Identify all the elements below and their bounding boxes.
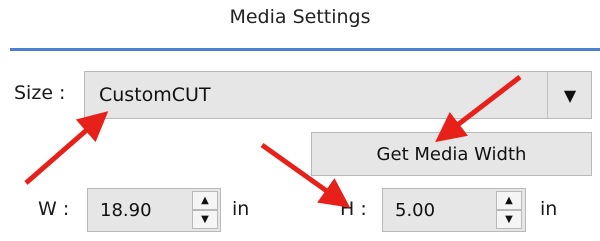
width-decrement-button[interactable]: ▼ xyxy=(192,210,218,229)
dropdown-arrow-icon[interactable]: ▼ xyxy=(549,72,591,118)
height-increment-button[interactable]: ▲ xyxy=(496,191,522,210)
width-spinner[interactable]: 18.90 ▲ ▼ xyxy=(87,188,221,232)
width-unit: in xyxy=(232,198,250,220)
red-arrow-to-size-dropdown xyxy=(24,111,109,185)
height-spinner[interactable]: 5.00 ▲ ▼ xyxy=(382,188,526,232)
height-decrement-button[interactable]: ▼ xyxy=(496,210,522,229)
height-value[interactable]: 5.00 xyxy=(395,200,435,221)
width-increment-button[interactable]: ▲ xyxy=(192,191,218,210)
height-unit: in xyxy=(540,198,558,220)
height-label: H : xyxy=(340,198,367,220)
width-label: W : xyxy=(38,198,70,220)
window-title: Media Settings xyxy=(229,6,371,28)
size-dropdown[interactable]: CustomCUT ▼ xyxy=(84,71,592,119)
title-divider xyxy=(10,48,600,51)
dropdown-divider xyxy=(547,72,548,118)
width-value[interactable]: 18.90 xyxy=(100,200,152,221)
size-label: Size : xyxy=(14,82,66,104)
size-dropdown-value: CustomCUT xyxy=(99,84,211,106)
get-media-width-button[interactable]: Get Media Width xyxy=(311,132,592,176)
